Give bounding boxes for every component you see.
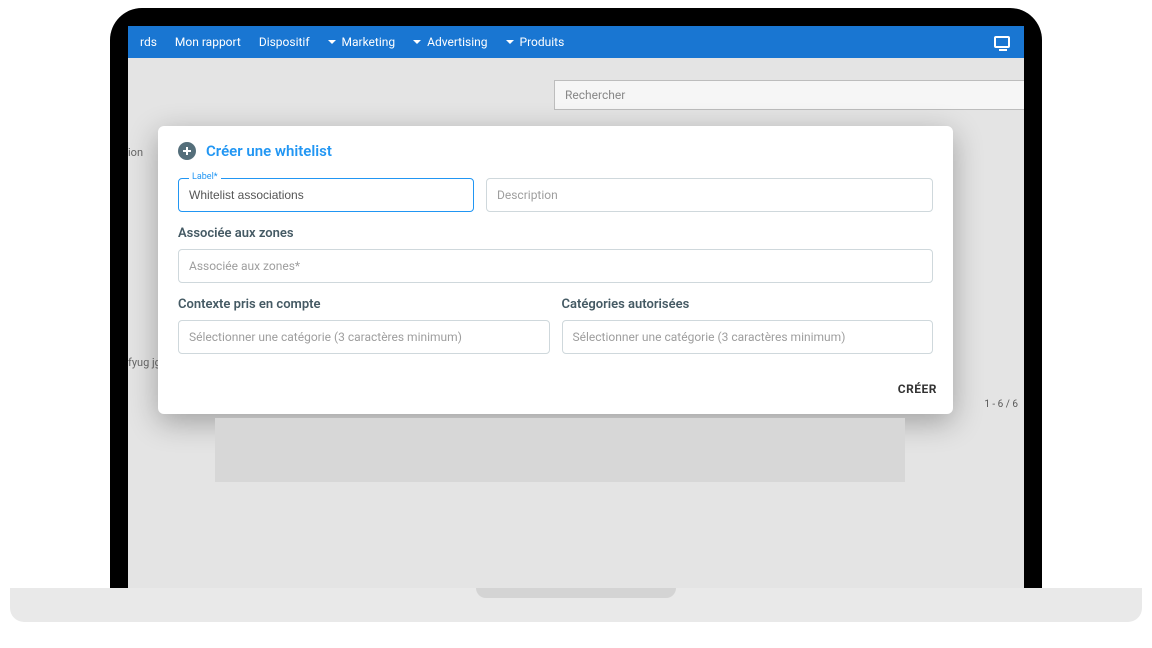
plus-circle-icon xyxy=(178,142,196,160)
contexte-heading: Contexte pris en compte xyxy=(178,297,550,312)
description-field[interactable]: Description xyxy=(486,178,933,212)
nav-item-dispositif[interactable]: Dispositif xyxy=(259,35,310,49)
nav-label: Produits xyxy=(520,35,565,49)
search-input[interactable]: Rechercher xyxy=(554,80,1024,110)
modal-header: Créer une whitelist xyxy=(178,142,933,160)
zones-heading: Associée aux zones xyxy=(178,226,933,241)
create-whitelist-modal: Créer une whitelist Label* Description A… xyxy=(158,126,953,414)
categories-field[interactable]: Sélectionner une catégorie (3 caractères… xyxy=(562,320,934,354)
categories-placeholder: Sélectionner une catégorie (3 caractères… xyxy=(573,330,846,344)
create-button[interactable]: CRÉER xyxy=(898,382,937,396)
chevron-down-icon xyxy=(413,40,421,44)
label-field-label: Label* xyxy=(189,172,221,182)
description-placeholder: Description xyxy=(497,188,558,202)
contexte-field[interactable]: Sélectionner une catégorie (3 caractères… xyxy=(178,320,550,354)
categories-heading: Catégories autorisées xyxy=(562,297,934,312)
bg-text-fragment: ion xyxy=(128,146,143,159)
nav-item-rapport[interactable]: Mon rapport xyxy=(175,35,241,49)
laptop-notch xyxy=(476,588,676,598)
app-screen: rds Mon rapport Dispositif Marketing Adv… xyxy=(128,26,1024,588)
laptop-bezel: rds Mon rapport Dispositif Marketing Adv… xyxy=(110,8,1042,588)
nav-item-marketing[interactable]: Marketing xyxy=(328,35,396,49)
modal-title: Créer une whitelist xyxy=(206,142,332,160)
search-placeholder: Rechercher xyxy=(565,88,625,102)
nav-item-advertising[interactable]: Advertising xyxy=(413,35,487,49)
nav-label: Advertising xyxy=(427,35,487,49)
overlay-strip xyxy=(215,418,905,482)
display-icon[interactable] xyxy=(994,36,1010,48)
nav-item-produits[interactable]: Produits xyxy=(506,35,565,49)
top-nav: rds Mon rapport Dispositif Marketing Adv… xyxy=(128,26,1024,58)
zones-field[interactable]: Associée aux zones* xyxy=(178,249,933,283)
chevron-down-icon xyxy=(506,40,514,44)
pagination-label: 1 - 6 / 6 xyxy=(984,399,1018,410)
contexte-placeholder: Sélectionner une catégorie (3 caractères… xyxy=(189,330,462,344)
zones-placeholder: Associée aux zones* xyxy=(189,259,300,273)
label-field[interactable]: Label* xyxy=(178,178,474,212)
nav-label: Marketing xyxy=(342,35,396,49)
chevron-down-icon xyxy=(328,40,336,44)
nav-item-dashboards[interactable]: rds xyxy=(140,35,157,49)
label-input[interactable] xyxy=(189,188,463,202)
